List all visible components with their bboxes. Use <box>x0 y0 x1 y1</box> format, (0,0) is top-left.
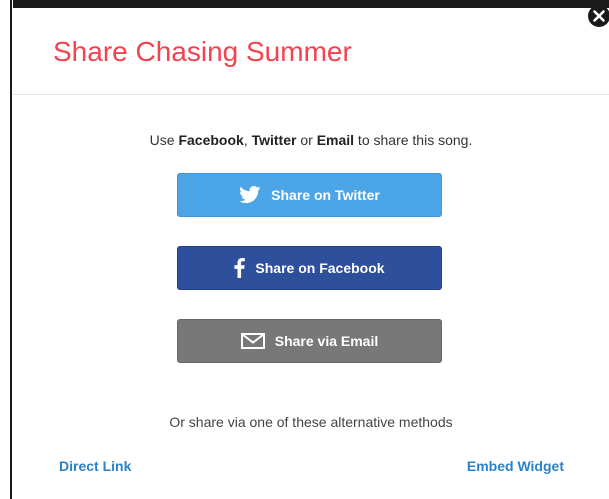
facebook-icon <box>234 258 246 278</box>
instructions-prefix: Use <box>149 132 179 148</box>
instructions-sep2: or <box>296 132 317 148</box>
close-icon[interactable] <box>587 4 609 28</box>
email-icon <box>240 333 265 349</box>
backdrop-left-rule <box>10 0 12 499</box>
alternative-methods-text: Or share via one of these alternative me… <box>169 414 453 430</box>
embed-widget-link[interactable]: Embed Widget <box>467 458 564 474</box>
direct-link[interactable]: Direct Link <box>59 458 131 474</box>
backdrop-strip <box>0 0 609 8</box>
instructions-email: Email <box>316 132 355 148</box>
instructions-twitter: Twitter <box>251 132 297 148</box>
modal-title: Share Chasing Summer <box>53 36 352 67</box>
share-email-label: Share via Email <box>274 333 379 349</box>
share-email-button[interactable]: Share via Email <box>177 319 442 363</box>
share-facebook-label: Share on Facebook <box>255 260 385 276</box>
share-twitter-button[interactable]: Share on Twitter <box>177 173 442 217</box>
share-facebook-button[interactable]: Share on Facebook <box>177 246 442 290</box>
twitter-icon <box>239 186 261 204</box>
instructions-facebook: Facebook <box>178 132 244 148</box>
instructions-suffix: to share this song. <box>354 132 473 148</box>
share-modal: Share Chasing Summer Use Facebook, Twitt… <box>13 5 609 499</box>
instructions-sep1: , <box>243 132 252 148</box>
share-instructions: Use Facebook, Twitter or Email to share … <box>13 132 609 148</box>
share-twitter-label: Share on Twitter <box>271 187 380 203</box>
modal-header: Share Chasing Summer <box>13 8 609 95</box>
